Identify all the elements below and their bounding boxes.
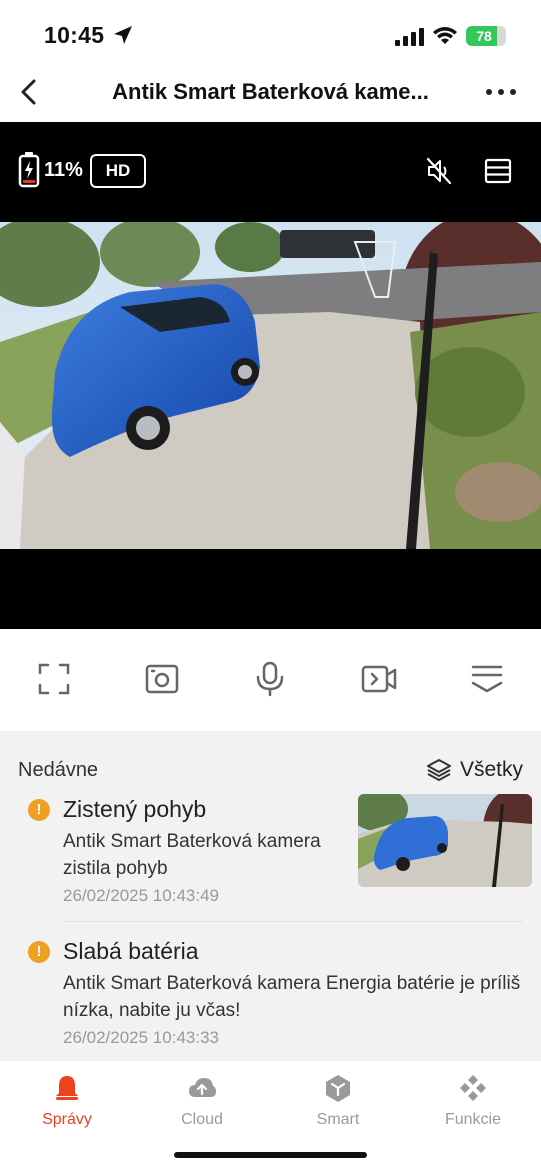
navigation-bar: Antik Smart Baterková kame... (0, 64, 541, 122)
event-item-motion[interactable]: ! Zistený pohyb Antik Smart Baterková ka… (0, 794, 541, 922)
cloud-upload-icon (189, 1078, 216, 1097)
tab-spravy[interactable]: Správy (17, 1073, 117, 1135)
smart-cube-icon (326, 1075, 350, 1102)
layers-icon (426, 759, 451, 781)
event-title: Slabá batéria (63, 938, 199, 964)
camera-live-view[interactable]: 11% HD (0, 122, 541, 629)
show-all-button[interactable]: Všetky (426, 757, 523, 783)
recent-events-section: Nedávne Všetky ! Zistený pohyb Antik Sma… (0, 731, 541, 1060)
tab-smart[interactable]: Smart (288, 1073, 388, 1135)
wifi-icon (433, 27, 457, 44)
event-title: Zistený pohyb (63, 796, 207, 822)
camera-controls (0, 629, 541, 731)
battery-level-text: 78 (476, 28, 492, 44)
camera-scene-image (0, 222, 541, 549)
tab-label: Správy (42, 1111, 92, 1128)
camera-battery-icon (18, 152, 40, 188)
event-description: Antik Smart Baterková kamera zistila poh… (63, 831, 321, 879)
more-options-icon[interactable] (481, 80, 521, 104)
microphone-icon[interactable] (252, 661, 288, 697)
cellular-signal-icon (395, 28, 424, 46)
event-thumbnail-image (358, 794, 532, 887)
layout-list-icon[interactable] (483, 156, 513, 186)
snapshot-icon[interactable] (144, 661, 180, 697)
warning-icon: ! (28, 799, 50, 821)
collapse-menu-icon[interactable] (469, 661, 505, 697)
bell-icon (56, 1076, 78, 1100)
battery-indicator: 78 (466, 26, 506, 46)
back-chevron-icon[interactable] (14, 76, 44, 108)
event-timestamp: 26/02/2025 10:43:33 (63, 1028, 219, 1047)
event-description: Antik Smart Baterková kamera Energia bat… (63, 973, 521, 1021)
video-record-icon[interactable] (361, 661, 397, 697)
event-timestamp: 26/02/2025 10:43:49 (63, 886, 219, 905)
event-divider (63, 921, 523, 922)
home-indicator (174, 1152, 367, 1158)
speaker-muted-icon[interactable] (424, 156, 454, 186)
recent-title: Nedávne (18, 759, 99, 781)
video-frame[interactable] (0, 222, 541, 549)
tab-label: Smart (316, 1111, 360, 1128)
warning-icon: ! (28, 941, 50, 963)
event-thumbnail[interactable] (358, 794, 532, 887)
show-all-label: Všetky (459, 758, 523, 781)
status-time: 10:45 (44, 22, 105, 48)
quality-toggle-button[interactable]: HD (90, 154, 146, 188)
page-title: Antik Smart Baterková kame... (112, 79, 429, 104)
tab-funkcie[interactable]: Funkcie (423, 1073, 523, 1135)
camera-battery-percent: 11% (44, 159, 83, 181)
tab-label: Cloud (181, 1111, 223, 1128)
tab-label: Funkcie (444, 1111, 502, 1128)
tab-cloud[interactable]: Cloud (152, 1073, 252, 1135)
fullscreen-icon[interactable] (36, 661, 72, 697)
status-bar: 10:45 78 (0, 0, 541, 64)
event-item-low-battery[interactable]: ! Slabá batéria Antik Smart Baterková ka… (0, 936, 541, 1056)
diamond-grid-icon (460, 1075, 486, 1101)
location-arrow-icon (114, 26, 132, 44)
